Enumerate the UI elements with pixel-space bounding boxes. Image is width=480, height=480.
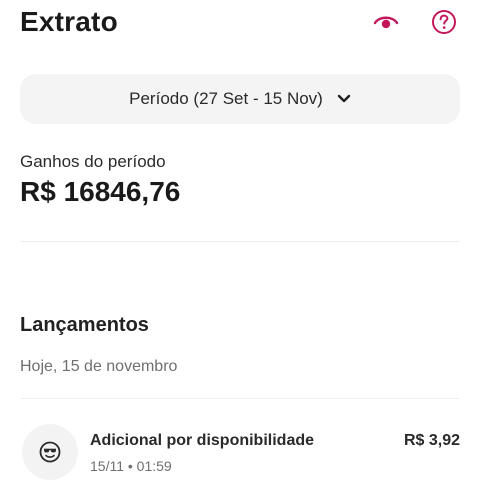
list-item[interactable]: Adicional por disponibilidade 15/11 • 01…	[20, 420, 460, 480]
page-title: Extrato	[20, 6, 118, 37]
entry-title: Adicional por disponibilidade	[90, 432, 315, 449]
earnings-label: Ganhos do período	[20, 152, 166, 171]
help-button[interactable]	[430, 8, 458, 36]
divider	[20, 398, 460, 399]
chevron-down-icon	[337, 94, 351, 104]
smiley-sunglasses-icon	[22, 424, 78, 480]
date-group-label: Hoje, 15 de novembro	[20, 358, 178, 375]
earnings-value: R$ 16846,76	[20, 176, 181, 207]
entry-datetime: 15/11 • 01:59	[90, 458, 172, 474]
entry-amount: R$ 3,92	[403, 432, 460, 449]
divider	[20, 241, 460, 242]
entries-section-title: Lançamentos	[20, 314, 149, 336]
toggle-visibility-button[interactable]	[372, 8, 400, 36]
question-circle-icon	[432, 10, 456, 34]
header: Extrato	[20, 4, 460, 40]
period-label: Período (27 Set - 15 Nov)	[129, 89, 323, 108]
period-selector[interactable]: Período (27 Set - 15 Nov)	[20, 74, 460, 124]
eye-icon	[373, 16, 399, 29]
